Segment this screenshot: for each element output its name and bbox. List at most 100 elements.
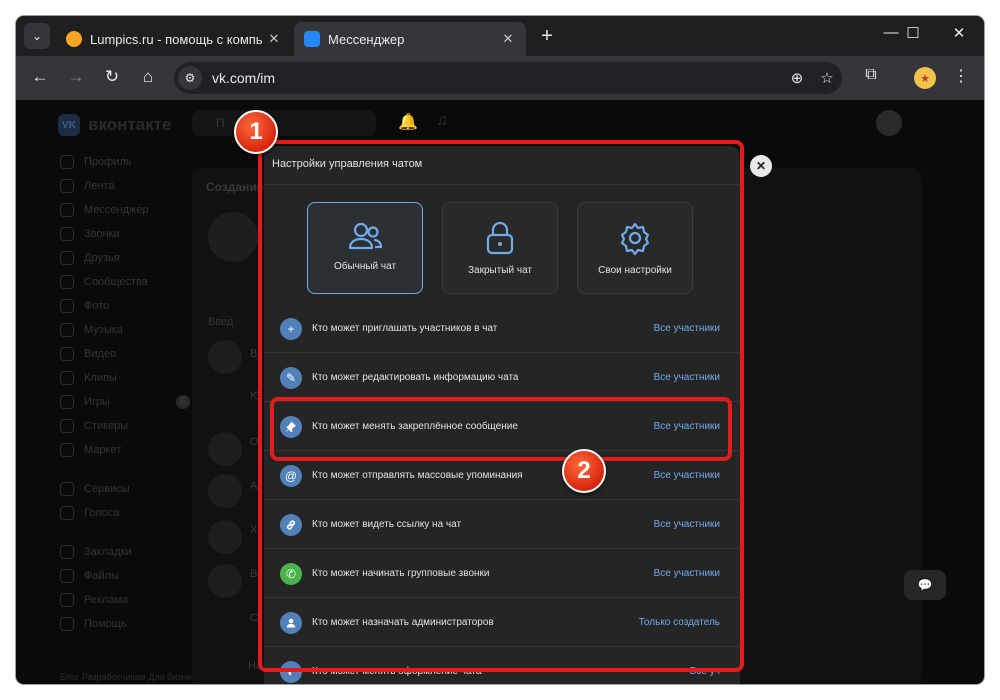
contact-avatar [208,340,242,374]
sidebar-item-label: Звонки [84,228,120,240]
sidebar-item-files[interactable]: Файлы [60,564,190,588]
phone-icon [60,227,74,241]
zoom-icon[interactable]: ⊕ [782,69,812,87]
contact-name: В [250,348,258,360]
modal-close-button[interactable]: ✕ [750,155,772,177]
contact-avatar [208,474,242,508]
sidebar-item-label: Фото [84,300,110,312]
annotation-step-badge: 2 [562,449,606,493]
reload-icon[interactable]: ↻ [100,67,124,87]
sidebar-item-stickers[interactable]: Стикеры [60,414,190,438]
sidebar-item-label: Реклама [84,594,129,606]
bookmark-star-icon[interactable]: ☆ [812,69,842,87]
chat-photo-placeholder [208,212,258,262]
sidebar-item-label: Помощь [84,618,127,630]
sidebar-item-votes[interactable]: Голоса [60,501,190,525]
tab-search-button[interactable]: ⌄ [24,23,50,49]
photo-icon [60,299,74,313]
sidebar-item-label: Профиль [84,156,132,168]
sidebar-item-label: Мессенджер [84,204,149,216]
sidebar-item-label: Стикеры [84,420,129,432]
sidebar-item-label: Музыка [84,324,123,336]
messenger-icon [60,203,74,217]
megaphone-icon [60,593,74,607]
video-icon [60,347,74,361]
sidebar-item-label: Сообщества [84,276,148,288]
close-tab-icon[interactable]: ✕ [500,31,516,47]
site-settings-icon[interactable]: ⚙ [178,66,202,90]
tab-title: Мессенджер [328,31,405,47]
sidebar-item-label: Голоса [84,507,120,519]
services-icon [60,482,74,496]
vk-logo[interactable]: VK вконтакте [58,114,171,136]
sidebar-item-services[interactable]: Сервисы [60,477,190,501]
annotation-highlight-pinned-row [270,397,732,461]
contact-avatar [208,520,242,554]
tab-messenger[interactable]: Мессенджер ✕ [294,22,526,56]
sidebar-item-label: Видео [84,348,117,360]
sidebar-item-label: Клипы [84,372,117,384]
sticker-icon [60,419,74,433]
back-icon[interactable]: ← [28,67,52,87]
close-window-icon[interactable]: ✕ [944,24,974,42]
sidebar-item-label: Файлы [84,570,119,582]
music-icon [60,323,74,337]
games-count-badge: 6 [176,395,190,409]
profile-avatar-icon[interactable]: ★ [914,67,936,89]
address-bar[interactable]: ⚙ vk.com/im ⊕ ☆ [174,62,842,94]
profile-icon [60,155,74,169]
sidebar-item-photos[interactable]: Фото [60,294,190,318]
forward-icon[interactable]: → [64,67,88,87]
chat-member-search[interactable]: Введ [208,316,233,328]
help-icon [60,617,74,631]
home-icon[interactable]: ⌂ [136,67,160,87]
contact-name: С [250,612,258,624]
sidebar-item-label: Лента [84,180,115,192]
music-icon[interactable]: ♫ [436,112,448,130]
url-text[interactable]: vk.com/im [212,70,782,86]
sidebar-item-messenger[interactable]: Мессенджер [60,198,190,222]
sidebar-item-profile[interactable]: Профиль [60,150,190,174]
sidebar-item-games[interactable]: Игры 6 [60,390,190,414]
sidebar-item-friends[interactable]: Друзья [60,246,190,270]
lumpics-favicon-icon [66,31,82,47]
tab-title: Lumpics.ru - помощь с компь [90,31,263,47]
vk-messenger-favicon-icon [304,31,320,47]
sidebar-item-label: Друзья [84,252,120,264]
contact-name: Х [250,524,258,536]
market-icon [60,443,74,457]
contact-avatar [208,564,242,598]
extensions-icon[interactable]: ⧉ [858,66,884,84]
maximize-icon[interactable]: ☐ [898,24,928,42]
sidebar-item-bookmarks[interactable]: Закладки [60,540,190,564]
sidebar-item-label: Маркет [84,444,122,456]
communities-icon [60,275,74,289]
chat-bubble-button[interactable]: 💬 [904,570,946,600]
contact-avatar [208,432,242,466]
gamepad-icon [60,395,74,409]
tab-lumpics[interactable]: Lumpics.ru - помощь с компь ✕ [56,22,292,56]
sidebar-item-help[interactable]: Помощь [60,612,190,636]
file-icon [60,569,74,583]
sidebar-item-communities[interactable]: Сообщества [60,270,190,294]
vk-sidebar: Профиль Лента Мессенджер Звонки Друзья С… [60,150,190,636]
sidebar-item-calls[interactable]: Звонки [60,222,190,246]
sidebar-item-music[interactable]: Музыка [60,318,190,342]
sidebar-item-market[interactable]: Маркет [60,438,190,462]
new-tab-button[interactable]: + [536,25,558,48]
menu-icon[interactable]: ⋮ [948,66,974,86]
user-avatar[interactable] [876,110,902,136]
sidebar-item-feed[interactable]: Лента [60,174,190,198]
contact-name: А [250,480,258,492]
close-tab-icon[interactable]: ✕ [266,31,282,47]
annotation-step-badge: 1 [234,110,278,154]
sidebar-item-ads[interactable]: Реклама [60,588,190,612]
feed-icon [60,179,74,193]
tab-strip: ⌄ Lumpics.ru - помощь с компь ✕ Мессендж… [16,16,984,56]
notifications-bell-icon[interactable]: 🔔 [398,112,418,132]
sidebar-item-video[interactable]: Видео [60,342,190,366]
vk-search-input[interactable]: П [192,110,376,136]
sidebar-item-clips[interactable]: Клипы [60,366,190,390]
